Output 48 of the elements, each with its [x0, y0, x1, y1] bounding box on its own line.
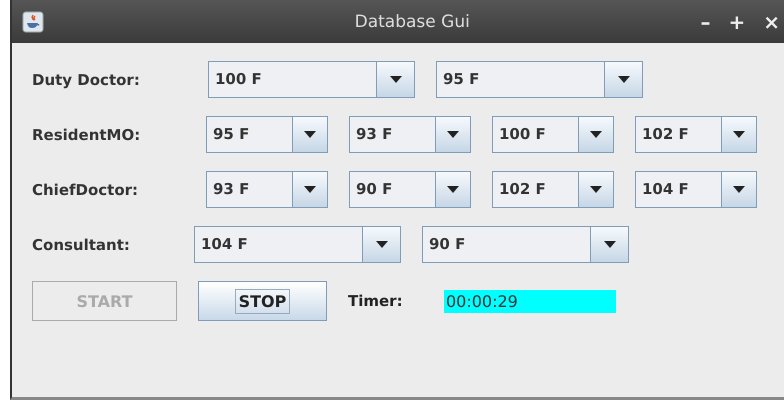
caret-icon [590, 186, 602, 193]
combo-box[interactable]: 102 F [492, 171, 614, 208]
action-button[interactable]: STOP [198, 281, 327, 321]
caret-icon [604, 241, 616, 248]
combo-box[interactable]: 100 F [208, 61, 415, 98]
dropdown-arrow-button[interactable] [722, 172, 756, 207]
row-label: ChiefDoctor: [32, 180, 140, 198]
window-title: Database Gui [354, 12, 470, 32]
coffee-cup-icon [22, 10, 44, 32]
dropdown-arrow-button[interactable] [605, 62, 642, 97]
dropdown-arrow-button[interactable] [293, 117, 327, 152]
row-label: ResidentMO: [32, 126, 142, 144]
caret-icon [376, 241, 388, 248]
dropdown-arrow-button[interactable] [293, 172, 327, 207]
timer-label: Timer: [348, 292, 404, 310]
window-control[interactable]: – [700, 10, 710, 34]
caret-icon [447, 131, 459, 138]
dropdown-arrow-button[interactable] [363, 227, 400, 262]
combo-box[interactable]: 90 F [349, 171, 471, 208]
combo-box[interactable]: 104 F [194, 226, 401, 263]
window-control[interactable]: × [763, 10, 780, 34]
dropdown-arrow-button[interactable] [436, 117, 470, 152]
dropdown-arrow-button[interactable] [591, 227, 628, 262]
caret-icon [390, 76, 402, 83]
combo-box[interactable]: 93 F [206, 171, 328, 208]
combo-box[interactable]: 100 F [492, 116, 614, 153]
caret-icon [618, 76, 630, 83]
timer-display: 00:00:29 [444, 290, 616, 312]
combo-box[interactable]: 93 F [349, 116, 471, 153]
caret-icon [733, 186, 745, 193]
row-label: Consultant: [32, 236, 131, 254]
combo-box[interactable]: 104 F [635, 171, 757, 208]
dropdown-arrow-button[interactable] [579, 172, 613, 207]
caret-icon [304, 186, 316, 193]
combo-box[interactable]: 90 F [422, 226, 629, 263]
dropdown-arrow-button[interactable] [579, 117, 613, 152]
dropdown-arrow-button[interactable] [722, 117, 756, 152]
caret-icon [447, 186, 459, 193]
dropdown-arrow-button[interactable] [377, 62, 414, 97]
combo-box[interactable]: 95 F [436, 61, 643, 98]
dropdown-arrow-button[interactable] [436, 172, 470, 207]
combo-box[interactable]: 95 F [206, 116, 328, 153]
caret-icon [590, 131, 602, 138]
caret-icon [304, 131, 316, 138]
caret-icon [733, 131, 745, 138]
window-control[interactable]: + [728, 10, 746, 34]
row-label: Duty Doctor: [32, 70, 141, 88]
combo-box[interactable]: 102 F [635, 116, 757, 153]
